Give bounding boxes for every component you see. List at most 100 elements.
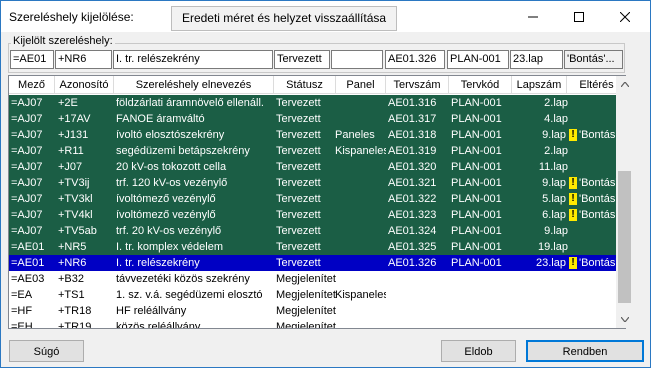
vertical-scrollbar[interactable] <box>616 76 633 328</box>
selected-field-elnevezes: I. tr. relészekrény <box>113 50 273 69</box>
cell-elnevezes: I. tr. komplex védelem <box>116 241 223 253</box>
warning-icon: ! <box>569 193 577 205</box>
cell-tervkod: PLAN-001 <box>451 225 502 237</box>
scroll-up-arrow-icon[interactable] <box>616 76 633 93</box>
cell-azonosito: +J07 <box>58 161 83 173</box>
cell-azonosito: +TV5ab <box>58 225 97 237</box>
cell-azonosito: +NR5 <box>58 241 87 253</box>
cell-lapszam <box>512 303 570 319</box>
table-row[interactable]: =EH +TR19 közös reléállvány Megjelenített <box>9 319 625 329</box>
cell-lapszam: 9.lap <box>544 225 568 237</box>
cell-tervszam <box>387 319 449 328</box>
cell-mezo: =HF <box>11 305 33 317</box>
column-header-statusz[interactable]: Státusz <box>274 76 336 94</box>
cell-tervkod: PLAN-001 <box>451 193 502 205</box>
selected-field-tervkod: PLAN-001 <box>447 50 509 69</box>
cell-tervszam <box>387 303 449 319</box>
cell-tervkod: PLAN-001 <box>451 97 502 109</box>
table-row[interactable]: =AJ07 +TV4kl ívoltómező vezénylő Tervezett A… <box>9 207 625 223</box>
cell-tervkod: PLAN-001 <box>451 177 502 189</box>
table-row[interactable]: =AE01 +NR6 I. tr. relészekrény Tervezett AE0… <box>9 255 625 271</box>
cell-elnevezes: ívoltómező vezénylő <box>116 193 216 205</box>
cell-tervszam: AE01.319 <box>388 145 437 157</box>
table-row[interactable]: =EA +TS1 1. sz. v.á. segédüzemi elosztó Meg… <box>9 287 625 303</box>
cell-statusz: Tervezett <box>276 161 321 173</box>
titlebar[interactable]: Szereléshely kijelölése: Eredeti méret é… <box>1 1 650 32</box>
scroll-down-arrow-icon[interactable] <box>616 311 633 328</box>
table-row[interactable]: =AJ07 +TV3kl ívoltómező vezénylő Tervezett A… <box>9 191 625 207</box>
close-icon[interactable] <box>602 1 648 32</box>
table-row[interactable]: =AJ07 +TV5ab trf. 20 kV-os vezénylő Terveze… <box>9 223 625 239</box>
table-row[interactable]: =AJ07 +17AV FANOE áramváltó Tervezett AE01.3… <box>9 111 625 127</box>
minimize-icon[interactable] <box>510 1 556 32</box>
column-header-tervkod[interactable]: Tervkód <box>449 76 512 94</box>
cell-elnevezes: I. tr. relészekrény <box>116 257 200 269</box>
scrollbar-thumb[interactable] <box>618 171 631 303</box>
table-row[interactable]: =AE01 +NR5 I. tr. komplex védelem Tervezett… <box>9 239 625 255</box>
column-header-tervszam[interactable]: Tervszám <box>386 76 449 94</box>
column-header-azonosito[interactable]: Azonosító <box>55 76 114 94</box>
selected-field-lapszam: 23.lap <box>510 50 563 69</box>
cell-elnevezes: földzárlati áramnövelő ellenáll. <box>116 97 264 109</box>
column-header-panel[interactable]: Panel <box>336 76 386 94</box>
cell-lapszam: 23.lap <box>536 257 566 269</box>
cell-azonosito: +2E <box>58 97 78 109</box>
cell-statusz: Tervezett <box>276 177 321 189</box>
cell-tervszam: AE01.324 <box>388 225 437 237</box>
cell-tervszam <box>387 271 449 287</box>
table-row[interactable]: =AJ07 +J131 ívoltó elosztószekrény Tervezet… <box>9 127 625 143</box>
column-header-mezo[interactable]: Mező <box>9 76 55 94</box>
cell-azonosito: +TS1 <box>58 289 85 301</box>
cell-tervkod <box>450 271 512 287</box>
cell-panel: Kispaneles <box>335 145 386 157</box>
cell-azonosito: +R11 <box>58 145 84 157</box>
warning-icon: ! <box>569 177 577 189</box>
cell-lapszam: 11.lap <box>538 161 568 173</box>
cell-panel <box>334 175 386 191</box>
maximize-icon[interactable] <box>556 1 602 32</box>
cell-azonosito: +TR18 <box>58 305 92 317</box>
warning-icon: ! <box>569 257 577 269</box>
column-header-lapszam[interactable]: Lapszám <box>512 76 567 94</box>
help-button[interactable]: Súgó <box>9 340 84 362</box>
cell-tervszam: AE01.316 <box>388 97 437 109</box>
cell-mezo: =AJ07 <box>11 145 43 157</box>
table-row[interactable]: =AJ07 +R11 segédüzemi betápszekrény Terveze… <box>9 143 625 159</box>
cell-statusz: Tervezett <box>276 113 321 125</box>
table-row[interactable]: =AJ07 +TV3ij trf. 120 kV-os vezénylő Tervez… <box>9 175 625 191</box>
table-row[interactable]: =AJ07 +2E földzárlati áramnövelő ellenáll.… <box>9 95 625 111</box>
restore-size-button[interactable]: Eredeti méret és helyzet visszaállítása <box>171 6 397 31</box>
grid-header: Mező Azonosító Szereléshely elnevezés St… <box>9 76 625 94</box>
cell-statusz: Tervezett <box>276 129 321 141</box>
selected-field-elteres: 'Bontás'... <box>564 50 623 69</box>
table-row[interactable]: =AJ07 +J07 20 kV-os tokozott cella Tervezet… <box>9 159 625 175</box>
cell-elnevezes: FANOE áramváltó <box>116 113 205 125</box>
cell-elnevezes: közös reléállvány <box>116 321 201 329</box>
discard-button[interactable]: Eldob <box>441 340 516 362</box>
table-row[interactable]: =AE03 +B32 távvezetéki közös szekrény Megje… <box>9 271 625 287</box>
table-row[interactable]: =HF +TR18 HF reléállvány Megjelenített <box>9 303 625 319</box>
cell-tervszam: AE01.318 <box>388 129 437 141</box>
cell-azonosito: +B32 <box>58 273 84 285</box>
cell-elnevezes: távvezetéki közös szekrény <box>116 273 250 285</box>
cell-panel <box>334 159 386 175</box>
ok-button[interactable]: Rendben <box>526 340 644 362</box>
cell-tervszam: AE01.320 <box>388 161 437 173</box>
window-title: Szereléshely kijelölése: <box>9 10 134 24</box>
cell-azonosito: +TV3ij <box>58 177 90 189</box>
cell-mezo: =EA <box>11 289 33 301</box>
cell-tervszam: AE01.321 <box>388 177 437 189</box>
cell-panel <box>334 255 386 271</box>
cell-panel <box>334 271 386 287</box>
cell-tervkod <box>450 303 512 319</box>
cell-lapszam <box>512 271 570 287</box>
selected-location-label: Kijelölt szereléshely: <box>11 35 115 47</box>
selected-field-mezo: =AE01 <box>10 50 54 69</box>
cell-panel: Kispaneles <box>335 289 386 301</box>
cell-panel <box>334 111 386 127</box>
location-grid[interactable]: Mező Azonosító Szereléshely elnevezés St… <box>8 75 626 329</box>
cell-statusz: Megjelenített <box>276 273 336 285</box>
cell-mezo: =AE01 <box>11 241 45 253</box>
cell-mezo: =AJ07 <box>11 177 43 189</box>
column-header-elnevezes[interactable]: Szereléshely elnevezés <box>114 76 274 94</box>
